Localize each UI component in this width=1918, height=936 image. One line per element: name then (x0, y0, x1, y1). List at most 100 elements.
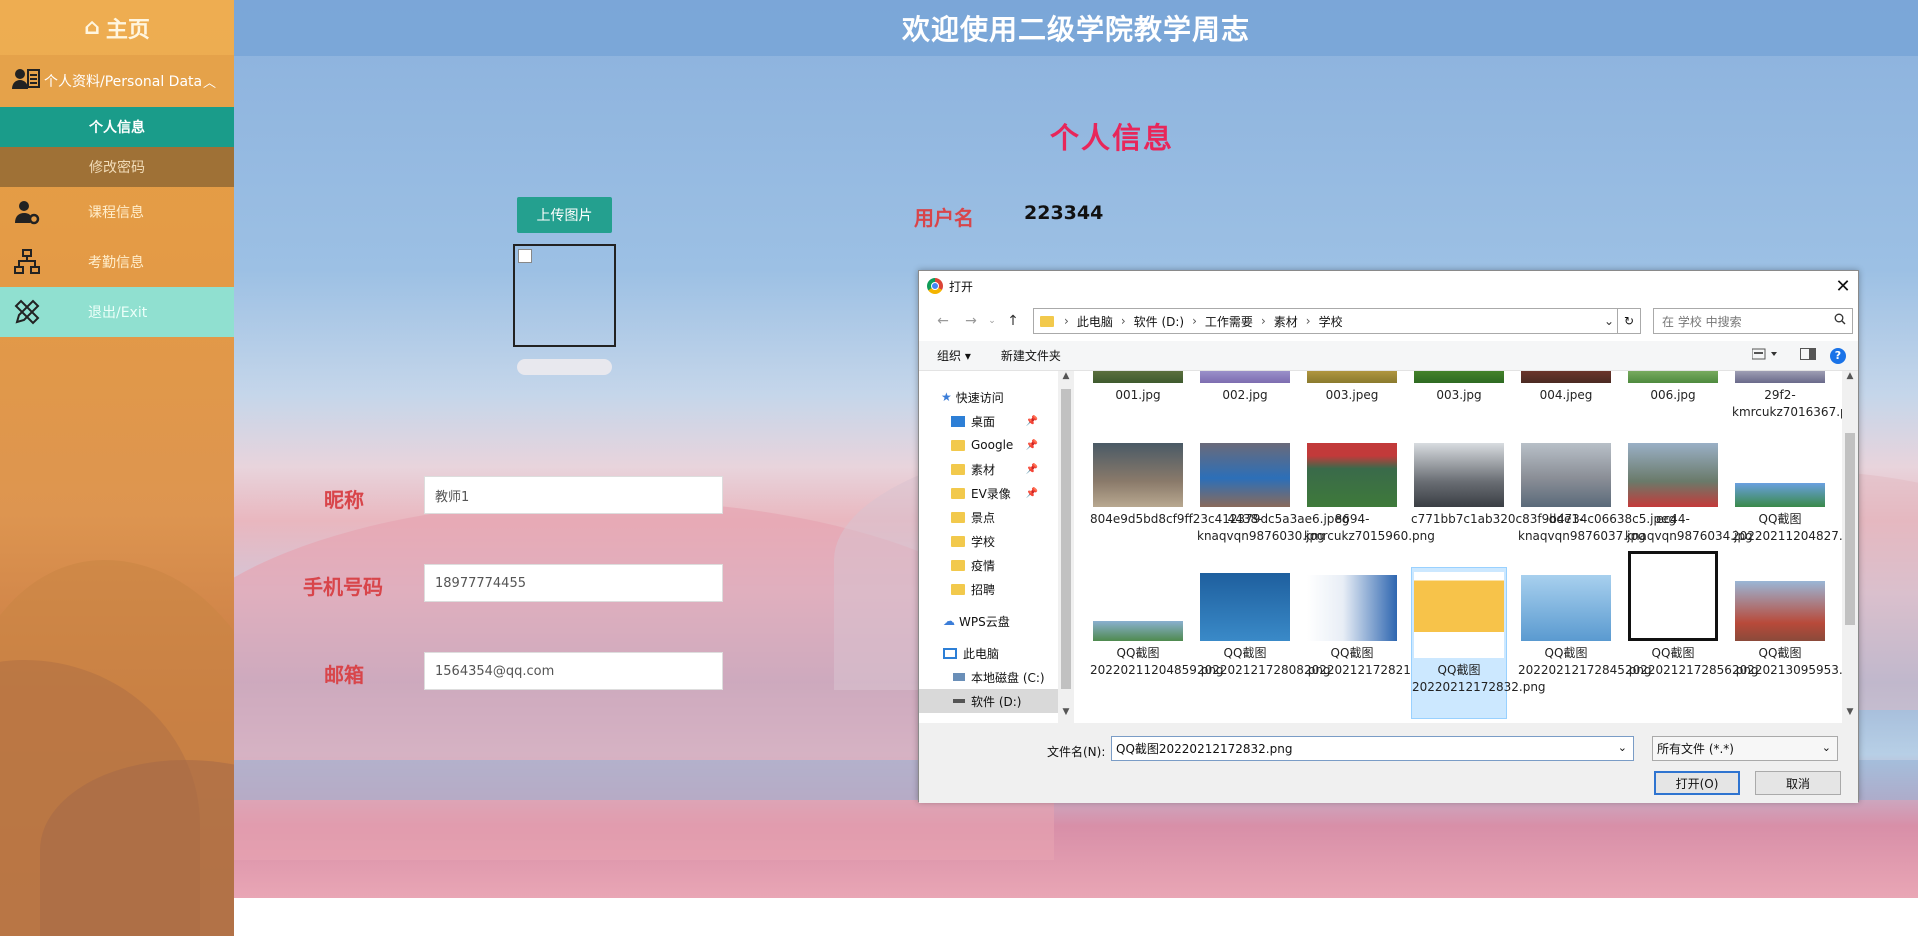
search-placeholder: 在 学校 中搜索 (1662, 314, 1742, 329)
file-thumbnail (1307, 371, 1397, 383)
nav-item-drive-d[interactable]: 软件 (D:) (919, 689, 1058, 713)
file-thumbnail (1093, 371, 1183, 383)
breadcrumb-item[interactable]: 此电脑 (1077, 313, 1113, 330)
up-arrow-icon[interactable]: ↑ (999, 313, 1027, 329)
file-tile[interactable]: 804e9d5bd8cf9ff23c412379dc5a3ae6.jpeg (1090, 443, 1349, 528)
file-tile[interactable]: QQ截图20220212172845.png (1518, 571, 1652, 679)
sidebar-item-course-info[interactable]: 课程信息 (0, 187, 234, 237)
file-tile[interactable]: 29f2-kmrcukz7016367.png (1732, 371, 1842, 421)
file-tile[interactable]: QQ截图20220212172821.png (1304, 571, 1438, 679)
filename-input[interactable]: QQ截图20220212172832.png ⌄ (1111, 736, 1634, 761)
sidebar-item-attendance[interactable]: 考勤信息 (0, 237, 234, 287)
nav-item-drive-c[interactable]: 本地磁盘 (C:) (919, 665, 1058, 689)
home-link[interactable]: ⌂ 主页 (0, 0, 234, 55)
filetype-select[interactable]: 所有文件 (*.*) ⌄ (1652, 736, 1838, 761)
open-button[interactable]: 打开(O) (1654, 771, 1740, 795)
file-tile[interactable]: 001.jpg (1090, 371, 1186, 404)
nav-item-scenic[interactable]: 景点 (919, 505, 1058, 529)
sidebar-item-change-password[interactable]: 修改密码 (0, 147, 234, 187)
file-tile[interactable]: 003.jpeg (1304, 371, 1400, 404)
file-tile[interactable]: 004.jpeg (1518, 371, 1614, 404)
nav-scrollbar[interactable]: ▲ ▼ (1058, 371, 1074, 723)
scroll-up-icon[interactable]: ▲ (1058, 371, 1074, 387)
file-name: 004.jpeg (1539, 388, 1593, 402)
scroll-thumb[interactable] (1845, 433, 1855, 625)
nickname-label: 昵称 (324, 488, 364, 512)
sidebar-group-label: 个人资料/Personal Data (44, 74, 203, 90)
breadcrumb-item[interactable]: 素材 (1274, 313, 1298, 330)
file-tile[interactable]: 4438-knaqvqn9876030.jpg (1197, 443, 1325, 545)
file-tile-selected[interactable]: QQ截图20220212172832.png (1411, 567, 1546, 719)
new-folder-button[interactable]: 新建文件夹 (1001, 347, 1061, 364)
cancel-button[interactable]: 取消 (1755, 771, 1841, 795)
sidebar-item-exit[interactable]: 退出/Exit (0, 287, 234, 337)
chevron-down-icon[interactable]: ⌄ (1604, 314, 1614, 328)
file-tile[interactable]: 8694-kmrcukz7015960.png (1304, 443, 1435, 545)
sidebar-group-personal-data[interactable]: 个人资料/Personal Data ︿ (0, 55, 234, 107)
dialog-footer: 文件名(N): QQ截图20220212172832.png ⌄ 所有文件 (*… (919, 723, 1858, 803)
nav-item-quick-access[interactable]: ★ 快速访问 (919, 385, 1058, 409)
user-gear-icon (12, 197, 42, 227)
file-scrollbar[interactable]: ▲ ▼ (1842, 371, 1858, 723)
upload-image-button[interactable]: 上传图片 (517, 197, 612, 233)
scroll-down-icon[interactable]: ▼ (1842, 707, 1858, 723)
page-title: 个人信息 (1050, 121, 1175, 155)
sidebar-item-label: 课程信息 (88, 205, 144, 221)
search-input[interactable]: 在 学校 中搜索 (1653, 308, 1853, 334)
nav-item-this-pc[interactable]: 此电脑 (919, 641, 1058, 665)
breadcrumb-separator-icon: › (1064, 314, 1069, 328)
file-tile[interactable]: c771bb7c1ab320c83f9b4734c06638c5.jpeg (1411, 443, 1676, 528)
breadcrumb-item[interactable]: 软件 (D:) (1134, 313, 1184, 330)
refresh-icon[interactable]: ↻ (1617, 308, 1641, 334)
nav-item-wps-cloud[interactable]: ☁ WPS云盘 (919, 609, 1058, 633)
address-bar[interactable]: › 此电脑 › 软件 (D:) › 工作需要 › 素材 › 学校 ⌄ ↻ (1033, 308, 1641, 334)
nav-item-school[interactable]: 学校 (919, 529, 1058, 553)
nav-item-recruitment[interactable]: 招聘 (919, 577, 1058, 601)
back-arrow-icon[interactable]: ← (929, 313, 957, 329)
file-thumbnail (1307, 443, 1397, 507)
file-name: 29f2-kmrcukz7016367.png (1732, 388, 1842, 419)
file-thumbnail (1200, 443, 1290, 507)
nickname-field[interactable]: 教师1 (424, 476, 723, 514)
file-tile[interactable]: 006.jpg (1625, 371, 1721, 404)
file-thumbnail (1735, 371, 1825, 383)
view-options-icon[interactable] (1751, 348, 1778, 363)
file-tile[interactable]: dde1-knaqvqn9876037.jpg (1518, 443, 1646, 545)
computer-icon (943, 647, 957, 659)
nav-item-epidemic[interactable]: 疫情 (919, 553, 1058, 577)
nav-item-ev-recordings[interactable]: EV录像 📌 (919, 481, 1058, 505)
nav-item-desktop[interactable]: 桌面 📌 (919, 409, 1058, 433)
file-thumbnail (1628, 371, 1718, 383)
scroll-up-icon[interactable]: ▲ (1842, 371, 1858, 387)
breadcrumb-item[interactable]: 工作需要 (1205, 313, 1253, 330)
file-tile[interactable]: 003.jpg (1411, 371, 1507, 404)
filename-value: QQ截图20220212172832.png (1116, 742, 1293, 756)
file-tile[interactable]: QQ截图20220211204859.png (1090, 571, 1224, 679)
file-tile[interactable]: QQ截图20220213095953.png (1732, 571, 1842, 679)
file-tile[interactable]: ec44-knaqvqn9876034.jpg (1625, 443, 1753, 545)
file-tile[interactable]: QQ截图20220211204827.png (1732, 443, 1842, 545)
phone-field[interactable]: 18977774455 (424, 564, 723, 602)
nav-item-materials[interactable]: 素材 📌 (919, 457, 1058, 481)
file-tile[interactable]: 002.jpg (1197, 371, 1293, 404)
email-field[interactable]: 1564354@qq.com (424, 652, 723, 690)
file-name: QQ截图20220212172856.png (1625, 646, 1759, 677)
close-icon[interactable]: ✕ (1828, 271, 1858, 301)
nav-item-google[interactable]: Google 📌 (919, 433, 1058, 457)
breadcrumb-item[interactable]: 学校 (1319, 313, 1343, 330)
chevron-down-icon[interactable]: ⌄ (1618, 741, 1627, 754)
home-label: 主页 (105, 17, 150, 43)
nav-item-label: 素材 (971, 462, 996, 477)
scroll-thumb[interactable] (1061, 389, 1071, 689)
file-tile[interactable]: QQ截图20220212172856.png (1625, 551, 1759, 679)
forward-arrow-icon[interactable]: → (957, 313, 985, 329)
scroll-down-icon[interactable]: ▼ (1058, 707, 1074, 723)
organize-menu[interactable]: 组织 ▾ (937, 347, 971, 364)
file-name: ec44-knaqvqn9876034.jpg (1625, 512, 1753, 543)
sidebar-item-personal-info[interactable]: 个人信息 (0, 107, 234, 147)
phone-label: 手机号码 (303, 575, 383, 599)
help-icon[interactable]: ? (1830, 347, 1846, 364)
file-tile[interactable]: QQ截图20220212172808.png (1197, 571, 1331, 679)
history-chevron-icon[interactable]: ⌄ (985, 316, 999, 326)
preview-pane-icon[interactable] (1800, 348, 1816, 363)
